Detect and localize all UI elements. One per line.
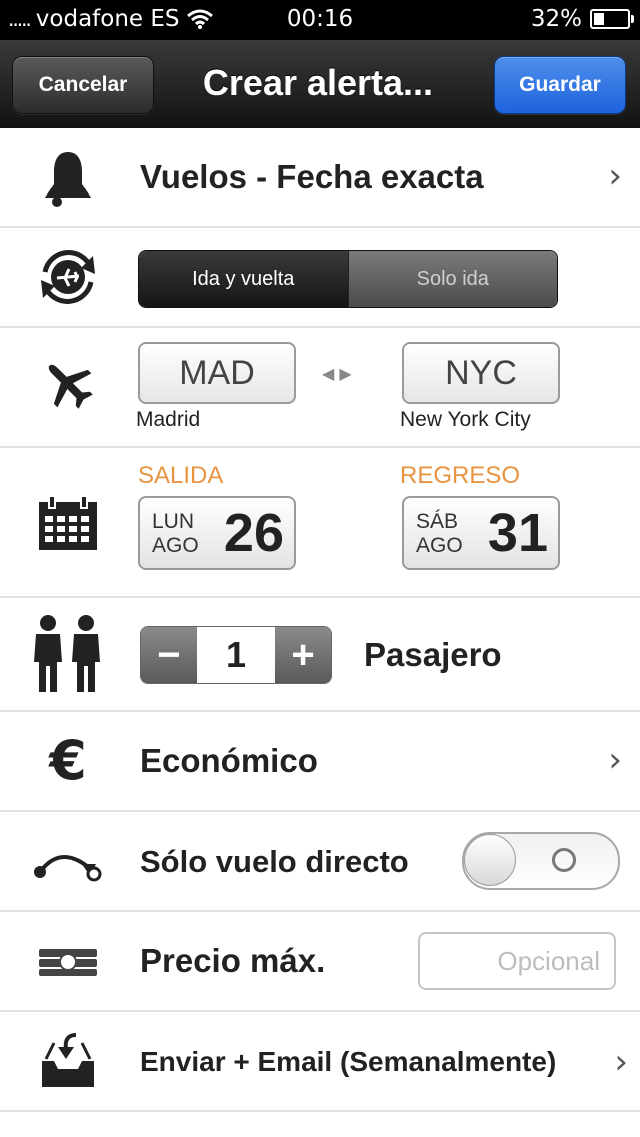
segment-round-trip[interactable]: Ida y vuelta (139, 251, 348, 307)
plane-icon (30, 354, 106, 414)
toggle-knob (464, 834, 516, 886)
return-weekday-month: SÁB AGO (416, 510, 463, 558)
dates-row: SALIDA LUN AGO 26 REGRESO SÁB AGO 31 (0, 448, 640, 598)
money-icon (30, 934, 106, 990)
destination-city: New York City (400, 408, 531, 431)
direct-flight-label: Sólo vuelo directo (140, 844, 409, 879)
passenger-stepper: − 1 + (140, 626, 332, 684)
departure-label: SALIDA (138, 462, 224, 489)
origin-city: Madrid (136, 408, 201, 431)
status-bar: ..... vodafone ES 00:16 32% (0, 0, 640, 40)
max-price-row: Precio máx. (0, 912, 640, 1012)
departure-weekday-month: LUN AGO (152, 510, 199, 558)
calendar-icon (30, 494, 106, 554)
passengers-row: − 1 + Pasajero (0, 598, 640, 712)
trip-type-row: Ida y vuelta Solo ida (0, 228, 640, 328)
direct-route-icon (30, 832, 106, 892)
passenger-count: 1 (197, 627, 275, 683)
chevron-right-icon: › (608, 740, 622, 780)
people-icon (30, 614, 106, 694)
chevron-right-icon: › (614, 1042, 628, 1082)
navigation-bar: Cancelar Crear alerta... Guardar (0, 40, 640, 129)
round-trip-plane-icon (30, 242, 106, 312)
increment-button[interactable]: + (275, 627, 331, 683)
euro-icon: € (30, 728, 106, 792)
battery-area: 32% (530, 6, 634, 32)
max-price-input[interactable] (418, 932, 616, 990)
return-weekday: SÁB (416, 510, 459, 533)
chevron-right-icon: › (608, 156, 622, 196)
swap-arrows-icon[interactable]: ◀ ▶ (322, 364, 352, 383)
departure-weekday: LUN (152, 510, 195, 533)
inbox-download-icon (30, 1030, 106, 1092)
page-title: Crear alerta... (202, 62, 434, 103)
bell-icon (30, 148, 106, 208)
alert-type-label: Vuelos - Fecha exacta (140, 158, 484, 195)
cabin-class-row[interactable]: € Económico › (0, 712, 640, 812)
cancel-button[interactable]: Cancelar (12, 56, 154, 114)
save-button[interactable]: Guardar (494, 56, 626, 114)
notification-label: Enviar + Email (Semanalmente) (140, 1046, 557, 1077)
destination-airport-button[interactable]: NYC (402, 342, 560, 404)
decrement-button[interactable]: − (141, 627, 197, 683)
toggle-off-indicator (552, 848, 576, 872)
return-label: REGRESO (400, 462, 521, 489)
departure-day: 26 (223, 503, 284, 563)
direct-flight-row: Sólo vuelo directo (0, 812, 640, 912)
departure-month: AGO (152, 534, 199, 557)
alert-type-row[interactable]: Vuelos - Fecha exacta › (0, 128, 640, 228)
trip-type-segmented-control: Ida y vuelta Solo ida (138, 250, 558, 308)
max-price-label: Precio máx. (140, 942, 326, 979)
passenger-label: Pasajero (364, 636, 502, 673)
notification-row[interactable]: Enviar + Email (Semanalmente) › (0, 1012, 640, 1112)
origin-airport-button[interactable]: MAD (138, 342, 296, 404)
route-row: MAD Madrid ◀ ▶ NYC New York City (0, 328, 640, 448)
battery-percent: 32% (530, 6, 582, 32)
euro-glyph: € (49, 728, 87, 792)
direct-flight-toggle[interactable] (462, 832, 620, 890)
return-month: AGO (416, 534, 463, 557)
return-date-button[interactable]: SÁB AGO 31 (402, 496, 560, 570)
departure-date-button[interactable]: LUN AGO 26 (138, 496, 296, 570)
battery-icon (590, 9, 634, 29)
segment-one-way[interactable]: Solo ida (347, 251, 557, 307)
cabin-class-label: Económico (140, 742, 318, 779)
return-day: 31 (487, 503, 548, 563)
